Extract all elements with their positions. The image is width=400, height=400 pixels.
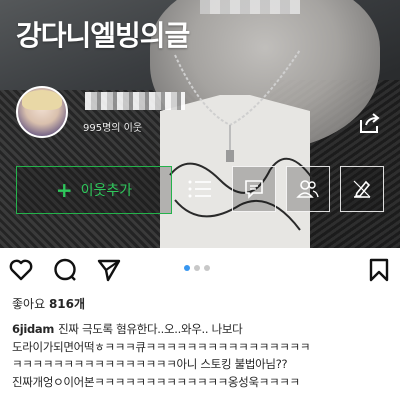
add-neighbor-label: 이웃추가 [80,183,133,199]
caption-line-2: 도라이가되면어떡ㅎㅋㅋㅋ큐ㅋㅋㅋㅋㅋㅋㅋㅋㅋㅋㅋㅋㅋㅋㅋㅋ [12,339,311,354]
caption-line-1: 6jidam 진짜 극도록 혐유한다..오..와우.. 나보다 [12,321,396,339]
neighbors-button[interactable] [286,166,330,212]
blog-action-row: + 이웃추가 [16,166,386,214]
post-caption: 6jidam 진짜 극도록 혐유한다..오..와우.. 나보다 도라이가되면어떡ㅎ… [12,321,396,391]
carousel-dot [194,265,200,271]
edit-icon [353,180,371,198]
likes-label: 좋아요 [12,297,46,311]
comment-icon [245,180,263,199]
nickname-censored [85,92,185,110]
caption-line-3: ㅋㅋㅋㅋㅋㅋㅋㅋㅋㅋㅋㅋㅋㅋㅋㅋ아니 스토킹 불법아님?? [12,357,288,371]
avatar-hair [22,90,62,110]
comment-bubble-icon[interactable] [52,257,78,283]
add-neighbor-button[interactable]: + 이웃추가 [16,166,172,214]
carousel-indicator [184,265,210,271]
censor-bar [200,0,300,14]
menu-list-icon [188,180,211,198]
comment-button[interactable] [232,166,276,212]
likes-count[interactable]: 좋아요 816개 [12,295,85,312]
blog-title[interactable]: 강다니엘빙의글 [16,14,190,54]
heart-icon[interactable] [8,257,34,283]
carousel-dot [204,265,210,271]
people-icon [296,180,319,198]
share-icon[interactable] [357,110,383,136]
bookmark-icon[interactable] [366,257,392,283]
plus-icon: + [55,178,73,202]
blog-cover-image: 강다니엘빙의글 995명의 이웃 + 이웃추가 [0,0,400,248]
caption-line-4: 진짜개엉ㅇ이어본ㅋㅋㅋㅋㅋㅋㅋㅋㅋㅋㅋㅋㅋ옹성욱ㅋㅋㅋㅋ [12,374,300,389]
carousel-dot-active [184,265,190,271]
send-icon[interactable] [96,257,122,283]
write-post-button[interactable] [340,166,384,212]
menu-list-button[interactable] [178,166,222,212]
neighbor-count: 995명의 이웃 [83,123,143,134]
caption-username[interactable]: 6jidam [12,322,54,336]
profile-avatar[interactable] [16,86,68,138]
caption-text: 진짜 극도록 혐유한다..오..와우.. 나보다 [58,322,243,336]
likes-number: 816개 [48,297,86,311]
